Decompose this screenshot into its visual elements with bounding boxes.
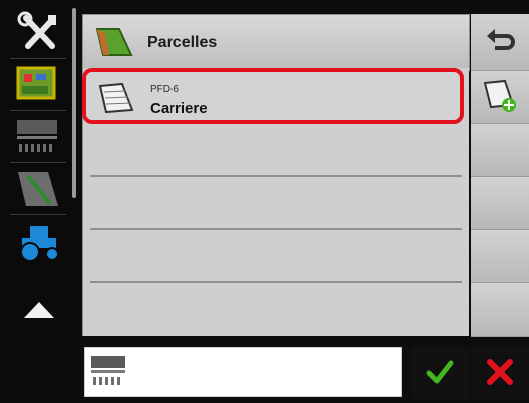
sidebar-divider (10, 214, 66, 215)
list-row-divider (90, 281, 462, 283)
sidebar-divider (10, 58, 66, 59)
implement-panel[interactable] (84, 347, 402, 397)
sidebar-divider (10, 162, 66, 163)
page-title: Parcelles (147, 34, 218, 51)
implement-icon[interactable] (14, 114, 64, 160)
field-code: PFD-6 (150, 84, 179, 95)
back-icon (483, 24, 517, 58)
field-icon (95, 25, 135, 59)
check-icon (425, 357, 455, 387)
field-outline-icon (98, 82, 136, 114)
field-map-icon[interactable] (14, 62, 64, 108)
right-empty-button[interactable] (471, 230, 529, 283)
sidebar-divider (10, 110, 66, 111)
list-row-divider (90, 175, 462, 177)
sidebar-scrollbar[interactable] (72, 8, 76, 198)
right-empty-button[interactable] (471, 177, 529, 230)
header-bar: Parcelles (82, 14, 470, 71)
tools-icon[interactable] (14, 10, 64, 56)
cancel-button[interactable] (471, 347, 529, 399)
close-icon (485, 357, 515, 387)
field-note-icon[interactable] (14, 166, 64, 212)
confirm-button[interactable] (411, 347, 469, 399)
field-name: Carriere (150, 100, 208, 117)
tractor-icon[interactable] (14, 218, 64, 264)
back-button[interactable] (471, 14, 529, 71)
list-item-selected[interactable]: PFD-6 Carriere (82, 68, 464, 124)
implement-icon (89, 352, 129, 392)
right-empty-button[interactable] (471, 283, 529, 337)
list-row-divider (90, 228, 462, 230)
add-field-icon (483, 79, 519, 115)
right-empty-button[interactable] (471, 124, 529, 177)
arrow-up-icon[interactable] (14, 288, 64, 334)
add-field-button[interactable] (471, 71, 529, 124)
